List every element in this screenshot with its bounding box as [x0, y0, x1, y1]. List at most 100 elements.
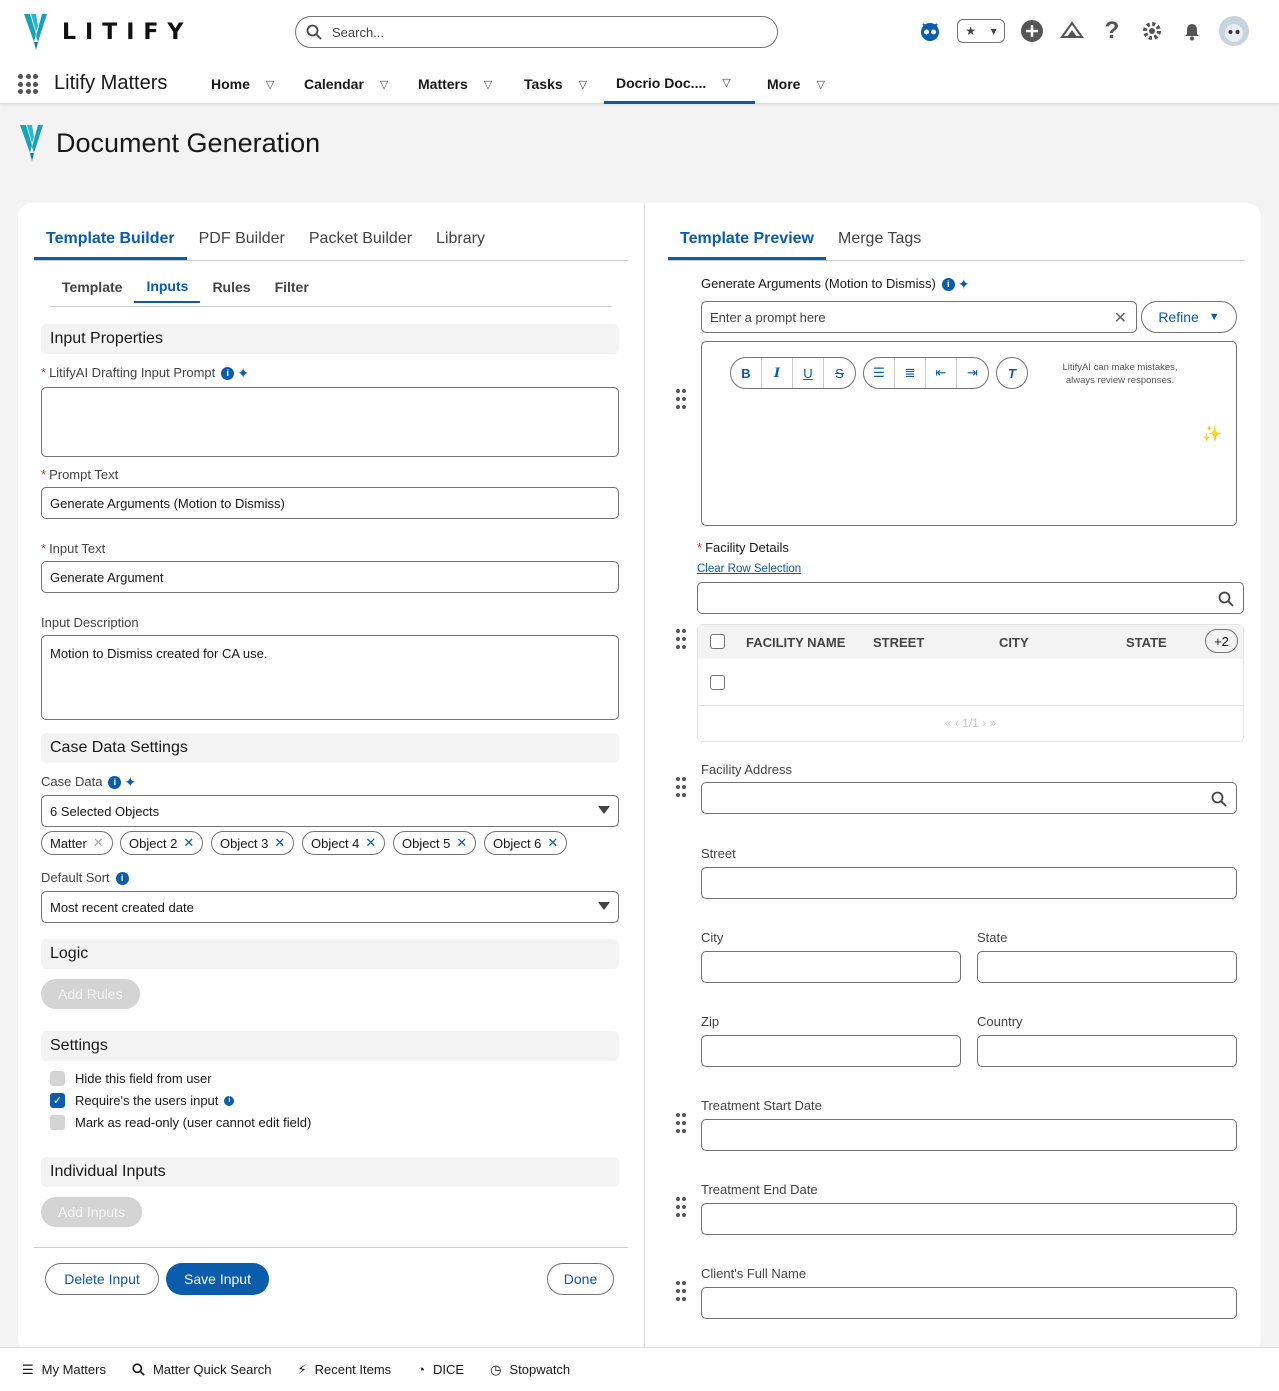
- utility-stopwatch[interactable]: ◷ Stopwatch: [490, 1362, 570, 1378]
- magic-wand-icon[interactable]: ✨: [1202, 424, 1222, 444]
- app-launcher-icon[interactable]: [18, 74, 38, 94]
- zip-input[interactable]: [701, 1035, 961, 1067]
- drag-handle-icon[interactable]: [676, 1113, 686, 1135]
- add-inputs-button[interactable]: Add Inputs: [41, 1197, 142, 1227]
- column-state[interactable]: STATE: [1126, 635, 1167, 650]
- pill-object-4[interactable]: Object 4 ✕: [302, 831, 386, 855]
- user-avatar[interactable]: [1219, 16, 1249, 46]
- gear-icon[interactable]: [1139, 18, 1165, 44]
- trailhead-icon[interactable]: [1059, 18, 1085, 44]
- nav-item-calendar[interactable]: Calendar ▽: [304, 64, 388, 104]
- nav-item-tasks[interactable]: Tasks ▽: [524, 64, 587, 104]
- help-icon[interactable]: ?: [1099, 17, 1125, 44]
- info-icon[interactable]: i: [221, 367, 235, 381]
- chevron-down-icon[interactable]: ▽: [484, 78, 492, 91]
- treatment-start-input[interactable]: [701, 1119, 1237, 1151]
- tab-packet-builder[interactable]: Packet Builder: [297, 228, 424, 260]
- pill-matter[interactable]: Matter ✕: [41, 831, 113, 855]
- pill-object-2[interactable]: Object 2 ✕: [120, 831, 204, 855]
- utility-matter-quick-search[interactable]: Matter Quick Search: [132, 1362, 271, 1377]
- country-input[interactable]: [977, 1035, 1237, 1067]
- state-input[interactable]: [977, 951, 1237, 983]
- column-facility-name[interactable]: FACILITY NAME: [746, 635, 845, 650]
- clear-formatting-icon[interactable]: T: [997, 358, 1027, 388]
- nav-item-home[interactable]: Home ▽: [211, 64, 274, 104]
- litify-logo[interactable]: LITIFY: [22, 12, 192, 52]
- save-input-button[interactable]: Save Input: [166, 1263, 269, 1295]
- client-name-input[interactable]: [701, 1287, 1237, 1319]
- subtab-template[interactable]: Template: [50, 271, 134, 303]
- done-button[interactable]: Done: [547, 1263, 614, 1295]
- nav-item-matters[interactable]: Matters ▽: [418, 64, 492, 104]
- rich-text-editor[interactable]: B I U S ☰ ≣ ⇤ ⇥ T LitifyAI can make mist…: [701, 341, 1237, 526]
- outdent-icon[interactable]: ⇤: [926, 358, 957, 388]
- remove-icon[interactable]: ✕: [274, 835, 285, 851]
- table-pagination[interactable]: « ‹ 1/1 › »: [698, 716, 1243, 730]
- default-sort-select[interactable]: Most recent created date: [41, 891, 619, 923]
- drag-handle-icon[interactable]: [676, 389, 686, 411]
- info-icon[interactable]: i: [115, 872, 129, 886]
- remove-icon[interactable]: ✕: [547, 835, 558, 851]
- bullet-list-icon[interactable]: ☰: [864, 358, 895, 388]
- checkmark-icon[interactable]: ✓: [50, 1093, 65, 1108]
- notifications-bell-icon[interactable]: [1179, 18, 1205, 44]
- underline-icon[interactable]: U: [793, 358, 824, 388]
- info-icon[interactable]: i: [941, 278, 955, 292]
- chevron-down-icon[interactable]: ▽: [579, 78, 587, 91]
- tab-pdf-builder[interactable]: PDF Builder: [187, 228, 297, 260]
- nav-item-more[interactable]: More ▽: [767, 64, 825, 104]
- drafting-prompt-textarea[interactable]: [41, 387, 619, 457]
- info-icon[interactable]: i: [224, 1095, 235, 1106]
- tab-template-preview[interactable]: Template Preview: [668, 228, 826, 260]
- drag-handle-icon[interactable]: [676, 629, 686, 651]
- subtab-rules[interactable]: Rules: [200, 271, 262, 303]
- delete-input-button[interactable]: Delete Input: [45, 1263, 159, 1295]
- prompt-text-input[interactable]: Generate Arguments (Motion to Dismiss): [41, 487, 619, 519]
- indent-icon[interactable]: ⇥: [957, 358, 988, 388]
- checkbox-box[interactable]: [50, 1071, 65, 1086]
- ai-prompt-input[interactable]: Enter a prompt here ✕: [701, 301, 1137, 333]
- refine-button[interactable]: Refine ▼: [1141, 301, 1237, 333]
- case-data-select[interactable]: 6 Selected Objects: [41, 795, 619, 827]
- drag-handle-icon[interactable]: [676, 777, 686, 799]
- column-street[interactable]: STREET: [873, 635, 924, 650]
- utility-my-matters[interactable]: ☰ My Matters: [22, 1362, 106, 1378]
- subtab-filter[interactable]: Filter: [263, 271, 321, 303]
- row-checkbox[interactable]: [710, 675, 725, 690]
- hide-field-checkbox[interactable]: Hide this field from user: [50, 1071, 212, 1086]
- add-icon[interactable]: [1019, 18, 1045, 44]
- clear-icon[interactable]: ✕: [1114, 308, 1127, 328]
- remove-icon[interactable]: ✕: [365, 835, 376, 851]
- ai-assistant-icon[interactable]: [917, 18, 943, 44]
- info-icon[interactable]: i: [108, 776, 122, 790]
- numbered-list-icon[interactable]: ≣: [895, 358, 926, 388]
- facility-search-input[interactable]: [697, 582, 1244, 614]
- city-input[interactable]: [701, 951, 961, 983]
- italic-icon[interactable]: I: [762, 358, 793, 388]
- drag-handle-icon[interactable]: [676, 1197, 686, 1219]
- pill-object-6[interactable]: Object 6 ✕: [484, 831, 568, 855]
- chevron-down-icon[interactable]: ▽: [380, 78, 388, 91]
- require-input-checkbox[interactable]: ✓ Require's the users input i: [50, 1093, 235, 1108]
- checkbox-box[interactable]: [50, 1115, 65, 1130]
- pill-object-3[interactable]: Object 3 ✕: [211, 831, 295, 855]
- favorites-button[interactable]: ★ ▾: [957, 19, 1005, 43]
- input-text-input[interactable]: Generate Argument: [41, 561, 619, 593]
- utility-dice[interactable]: ◔ DICE: [417, 1362, 464, 1377]
- street-input[interactable]: [701, 867, 1237, 899]
- input-description-textarea[interactable]: Motion to Dismiss created for CA use.: [41, 635, 619, 720]
- utility-recent-items[interactable]: ⚡ Recent Items: [297, 1362, 391, 1378]
- chevron-down-icon[interactable]: ▽: [722, 76, 730, 89]
- bold-icon[interactable]: B: [731, 358, 762, 388]
- chevron-down-icon[interactable]: ▽: [816, 78, 824, 91]
- facility-address-input[interactable]: [701, 782, 1237, 814]
- tab-library[interactable]: Library: [424, 228, 497, 260]
- global-search-input[interactable]: Search...: [295, 16, 778, 48]
- select-all-checkbox[interactable]: [710, 634, 725, 649]
- treatment-end-input[interactable]: [701, 1203, 1237, 1235]
- clear-row-selection-link[interactable]: Clear Row Selection: [697, 563, 801, 575]
- pill-object-5[interactable]: Object 5 ✕: [393, 831, 477, 855]
- strikethrough-icon[interactable]: S: [824, 358, 855, 388]
- tab-merge-tags[interactable]: Merge Tags: [826, 228, 933, 260]
- add-rules-button[interactable]: Add Rules: [41, 979, 140, 1009]
